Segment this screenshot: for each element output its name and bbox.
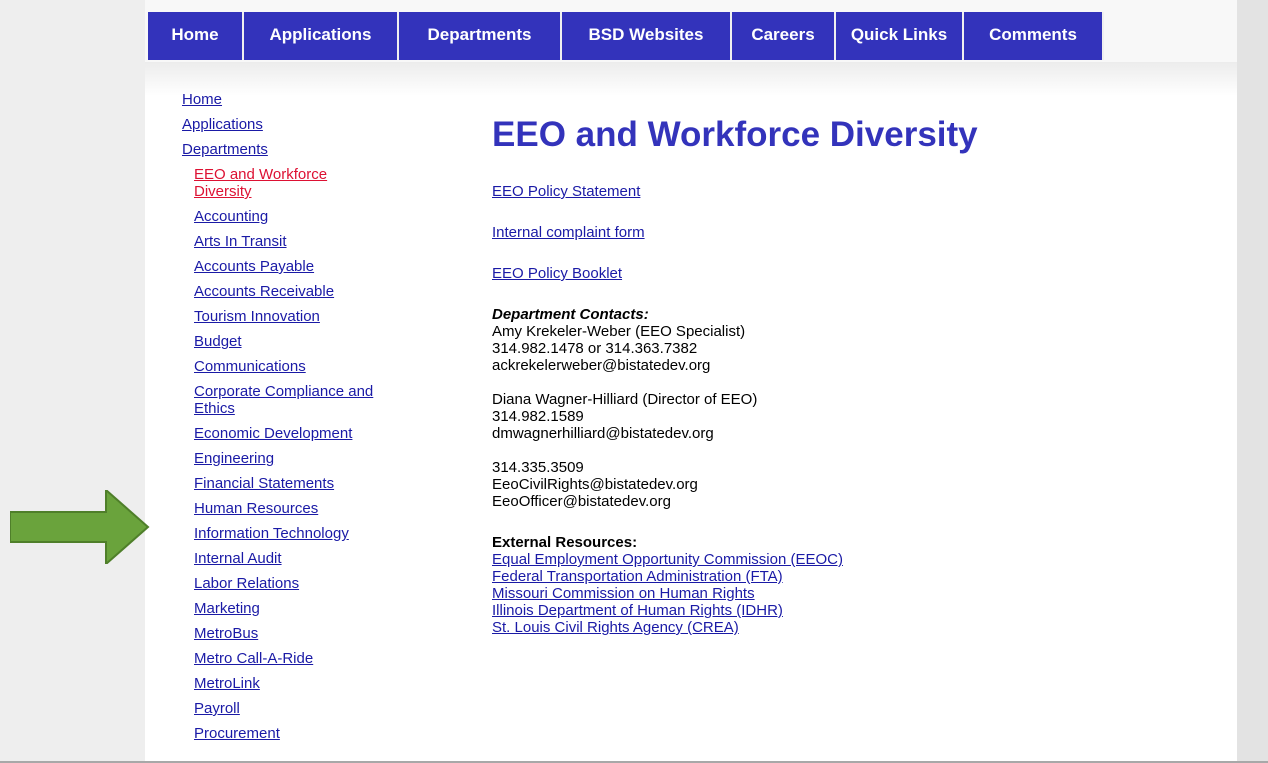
eeo-policy-booklet-link[interactable]: EEO Policy Booklet [492,265,1212,282]
sidebar-item-engineering[interactable]: Engineering [194,450,412,467]
sidebar: Home Applications Departments EEO and Wo… [182,91,412,750]
contact-email: ackrekelerweber@bistatedev.org [492,357,711,374]
sidebar-item-accounts-payable[interactable]: Accounts Payable [194,258,412,275]
sidebar-item-procurement[interactable]: Procurement [194,725,412,742]
sidebar-item-marketing[interactable]: Marketing [194,600,412,617]
contact-block: Amy Krekeler-Weber (EEO Specialist) 314.… [492,323,1212,374]
contact-phone: 314.335.3509 [492,459,584,476]
page-title: EEO and Workforce Diversity [492,115,978,154]
nav-home[interactable]: Home [148,12,244,60]
contact-email: dmwagnerhilliard@bistatedev.org [492,425,714,442]
sidebar-item-information-technology[interactable]: Information Technology [194,525,412,542]
nav-bsd-websites[interactable]: BSD Websites [562,12,732,60]
nav-quick-links[interactable]: Quick Links [836,12,964,60]
contact-name: Amy Krekeler-Weber (EEO Specialist) [492,323,746,340]
sidebar-item-metro-call-a-ride[interactable]: Metro Call-A-Ride [194,650,412,667]
internal-complaint-form-link[interactable]: Internal complaint form [492,224,1212,241]
crea-link[interactable]: St. Louis Civil Rights Agency (CREA) [492,619,1212,636]
fta-link[interactable]: Federal Transportation Administration (F… [492,568,1212,585]
sidebar-item-financial-statements[interactable]: Financial Statements [194,475,412,492]
sidebar-item-corporate-compliance-ethics[interactable]: Corporate Compliance and Ethics [194,383,399,417]
sidebar-item-arts-in-transit[interactable]: Arts In Transit [194,233,412,250]
sidebar-item-payroll[interactable]: Payroll [194,700,412,717]
top-navigation: Home Applications Departments BSD Websit… [148,12,1104,60]
sidebar-item-home[interactable]: Home [182,91,412,108]
sidebar-item-internal-audit[interactable]: Internal Audit [194,550,412,567]
nav-comments[interactable]: Comments [964,12,1104,60]
nav-applications[interactable]: Applications [244,12,399,60]
idhr-link[interactable]: Illinois Department of Human Rights (IDH… [492,602,1212,619]
departments-list: EEO and Workforce Diversity Accounting A… [182,166,412,742]
right-scroll-gutter [1237,0,1268,763]
sidebar-item-metrolink[interactable]: MetroLink [194,675,412,692]
main-content: EEO and Workforce Diversity EEO Policy S… [492,112,1212,636]
sidebar-item-human-resources[interactable]: Human Resources [194,500,412,517]
contact-phone: 314.982.1589 [492,408,584,425]
contact-block: 314.335.3509 EeoCivilRights@bistatedev.o… [492,459,1212,510]
contact-block: Diana Wagner-Hilliard (Director of EEO) … [492,391,1212,442]
right-arrow-icon [10,490,150,564]
sidebar-item-accounting[interactable]: Accounting [194,208,412,225]
sidebar-item-metrobus[interactable]: MetroBus [194,625,412,642]
external-resources-heading: External Resources: [492,534,638,551]
sidebar-item-economic-development[interactable]: Economic Development [194,425,412,442]
sidebar-item-labor-relations[interactable]: Labor Relations [194,575,412,592]
page: Home Applications Departments BSD Websit… [145,0,1237,761]
left-gutter [0,0,145,763]
eeo-policy-statement-link[interactable]: EEO Policy Statement [492,183,1212,200]
eeoc-link[interactable]: Equal Employment Opportunity Commission … [492,551,1212,568]
contact-phone: 314.982.1478 or 314.363.7382 [492,340,698,357]
nav-departments[interactable]: Departments [399,12,562,60]
sidebar-item-budget[interactable]: Budget [194,333,412,350]
sidebar-item-communications[interactable]: Communications [194,358,412,375]
contact-name: Diana Wagner-Hilliard (Director of EEO) [492,391,758,408]
nav-careers[interactable]: Careers [732,12,836,60]
sidebar-item-applications[interactable]: Applications [182,116,412,133]
department-contacts-heading: Department Contacts: [492,306,649,323]
sidebar-item-eeo-workforce-diversity[interactable]: EEO and Workforce Diversity [194,166,364,200]
sidebar-item-accounts-receivable[interactable]: Accounts Receivable [194,283,412,300]
missouri-human-rights-link[interactable]: Missouri Commission on Human Rights [492,585,1212,602]
sidebar-item-tourism-innovation[interactable]: Tourism Innovation [194,308,412,325]
contact-email: EeoCivilRights@bistatedev.org [492,476,698,493]
sidebar-item-departments[interactable]: Departments [182,141,412,158]
contact-email: EeoOfficer@bistatedev.org [492,493,671,510]
